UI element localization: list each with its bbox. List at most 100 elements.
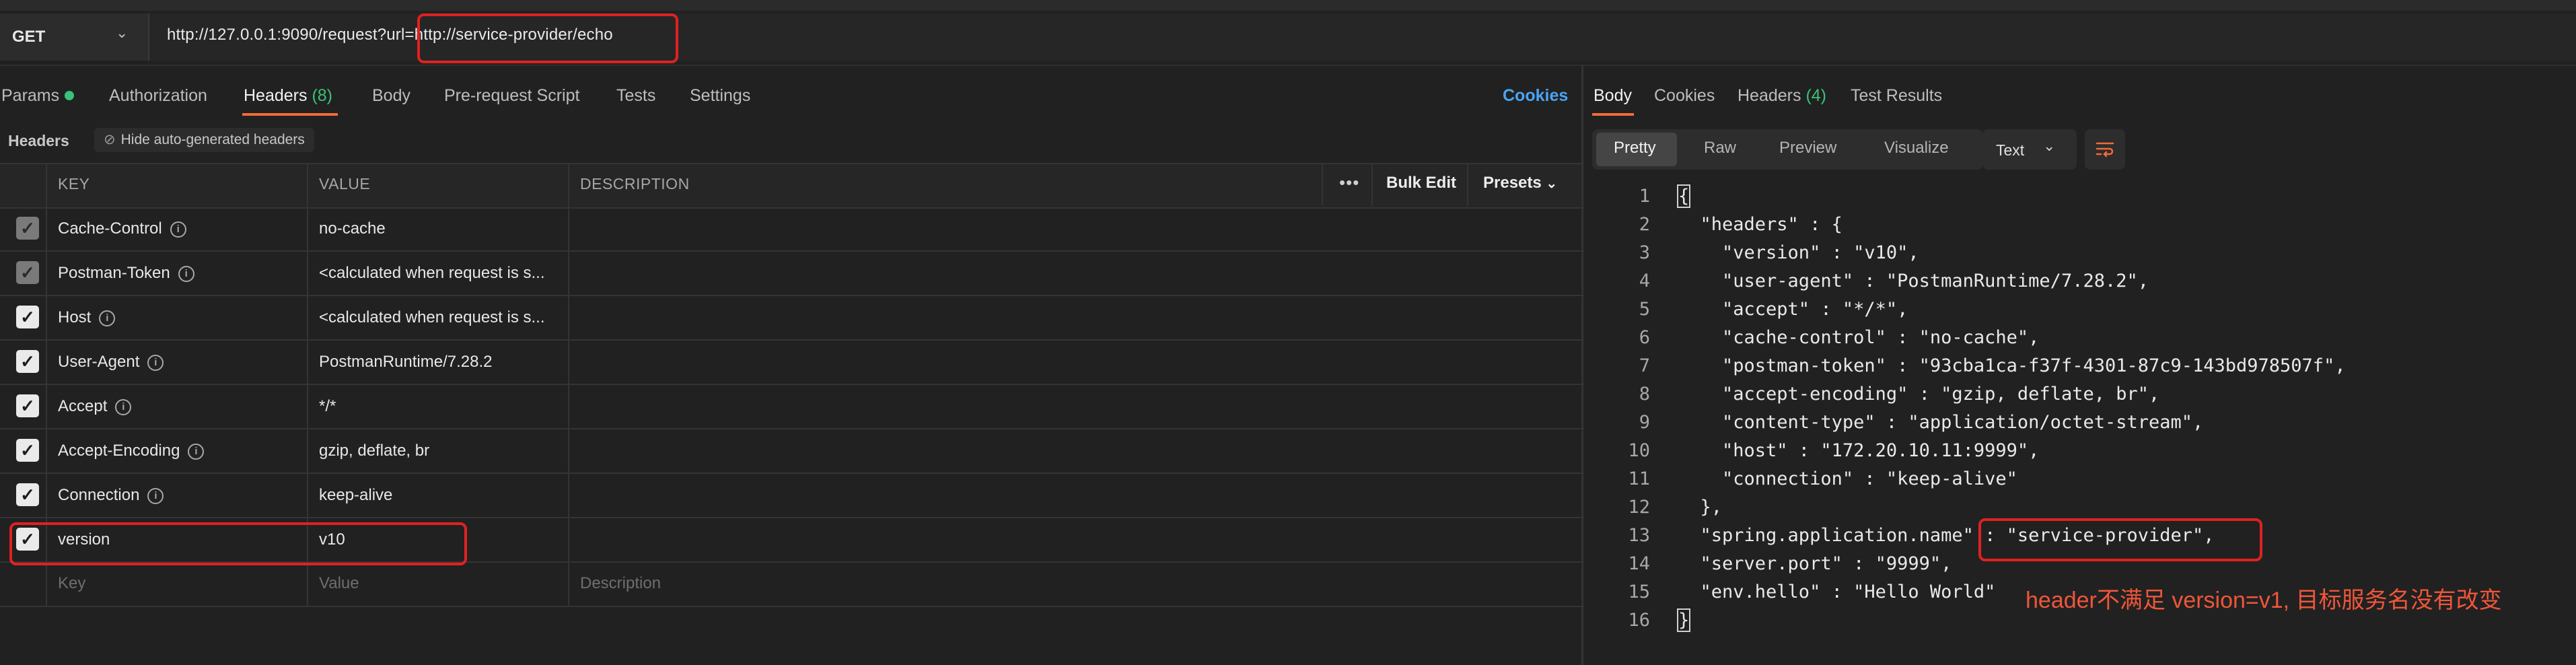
row-divider (0, 473, 1584, 474)
eye-slash-icon: ⊘ (104, 132, 116, 147)
headers-section-label: Headers (8, 132, 69, 149)
chevron-down-icon: ⌄ (2043, 137, 2056, 154)
view-mode-visualize[interactable]: Visualize (1884, 139, 1949, 158)
info-icon[interactable]: i (188, 444, 205, 460)
header-value: <calculated when request is s... (319, 264, 545, 282)
chevron-down-icon: ⌄ (116, 24, 129, 41)
info-icon[interactable]: i (170, 221, 186, 238)
wrap-lines-icon (2096, 142, 2114, 158)
row-divider (0, 339, 1584, 341)
header-value: keep-alive (319, 486, 393, 504)
row-divider (0, 295, 1584, 296)
method-label: GET (12, 28, 46, 46)
line-number: 16 (1628, 610, 1650, 631)
line-number: 15 (1628, 582, 1650, 602)
line-number: 14 (1628, 553, 1650, 574)
row-checkbox[interactable]: ✓ (16, 261, 39, 284)
code-line: "user-agent" : "PostmanRuntime/7.28.2", (1678, 271, 2149, 291)
url-base: http://127.0.0.1:9090/request?url= (167, 26, 415, 44)
code-line: "version" : "v10", (1678, 242, 1919, 263)
row-checkbox[interactable]: ✓ (16, 350, 39, 373)
hide-auto-generated-button[interactable]: ⊘ Hide auto-generated headers (94, 128, 314, 152)
code-line: "accept-encoding" : "gzip, deflate, br", (1678, 384, 2160, 405)
code-line: "postman-token" : "93cba1ca-f37f-4301-87… (1678, 355, 2346, 376)
row-divider (0, 606, 1584, 607)
view-mode-pretty[interactable]: Pretty (1614, 139, 1656, 158)
presets-button[interactable]: Presets ⌄ (1483, 174, 1557, 193)
code-line: "cache-control" : "no-cache", (1678, 327, 2040, 348)
info-icon[interactable]: i (99, 310, 116, 326)
header-key: User-Agent i (58, 353, 164, 372)
new-description-input[interactable]: Description (580, 574, 661, 593)
code-line: "accept" : "*/*", (1678, 299, 1908, 320)
active-tab-underline (242, 113, 338, 116)
row-checkbox[interactable]: ✓ (16, 483, 39, 506)
info-icon[interactable]: i (115, 399, 132, 415)
col-divider (568, 163, 569, 607)
more-options-icon[interactable]: ••• (1339, 172, 1359, 193)
line-number: 4 (1639, 271, 1650, 291)
code-line: "headers" : { (1678, 214, 1842, 235)
tab-headers[interactable]: Headers (8) (244, 86, 332, 106)
row-divider (0, 250, 1584, 252)
header-key: Accept i (58, 397, 132, 416)
headers-count: (8) (312, 86, 333, 105)
header-value: */* (319, 397, 336, 415)
header-key: Cache-Control i (58, 219, 186, 238)
line-number: 11 (1628, 468, 1650, 489)
code-line: }, (1678, 497, 1723, 518)
window-top-strip (0, 0, 2576, 11)
response-tab-body[interactable]: Body (1594, 86, 1632, 106)
header-key: Host i (58, 308, 116, 327)
annotation-note: header不满足 version=v1, 目标服务名没有改变 (2026, 588, 2502, 613)
line-number: 13 (1628, 525, 1650, 546)
response-headers-count: (4) (1805, 86, 1827, 105)
line-number: 9 (1639, 412, 1650, 433)
view-mode-raw[interactable]: Raw (1704, 139, 1736, 158)
tab-body[interactable]: Body (372, 86, 410, 106)
line-number: 2 (1639, 214, 1650, 235)
response-tab-underline (1592, 113, 1634, 116)
tab-params[interactable]: Params (1, 86, 75, 106)
row-checkbox[interactable]: ✓ (16, 394, 39, 417)
header-value: no-cache (319, 219, 386, 238)
tab-authorization[interactable]: Authorization (109, 86, 207, 106)
line-number: 1 (1639, 186, 1650, 207)
header-value: <calculated when request is s... (319, 308, 545, 326)
line-number: 3 (1639, 242, 1650, 263)
line-number: 5 (1639, 299, 1650, 320)
row-divider (0, 384, 1584, 385)
new-key-input[interactable]: Key (58, 574, 85, 593)
panel-divider[interactable] (1581, 65, 1583, 665)
col-divider (1371, 163, 1373, 206)
row-divider (0, 517, 1584, 518)
row-checkbox[interactable]: ✓ (16, 439, 39, 462)
format-select-label: Text (1996, 141, 2025, 159)
url-param-highlight (417, 13, 678, 63)
row-checkbox[interactable]: ✓ (16, 217, 39, 240)
bulk-edit-button[interactable]: Bulk Edit (1386, 174, 1456, 193)
params-dot (65, 91, 75, 100)
header-key: Accept-Encoding i (58, 442, 205, 460)
cookies-link[interactable]: Cookies (1503, 86, 1568, 106)
header-value: gzip, deflate, br (319, 442, 430, 460)
version-row-highlight (9, 522, 467, 565)
line-number: 10 (1628, 440, 1650, 461)
code-line: "server.port" : "9999", (1678, 553, 1952, 574)
response-tab-test-results[interactable]: Test Results (1851, 86, 1942, 106)
line-number: 6 (1639, 327, 1650, 348)
header-key: Connection i (58, 486, 164, 505)
tab-settings[interactable]: Settings (690, 86, 750, 106)
info-icon[interactable]: i (147, 355, 164, 371)
new-value-input[interactable]: Value (319, 574, 359, 593)
response-tab-cookies[interactable]: Cookies (1654, 86, 1715, 106)
line-number: 7 (1639, 355, 1650, 376)
view-mode-preview[interactable]: Preview (1779, 139, 1836, 158)
row-checkbox[interactable]: ✓ (16, 306, 39, 328)
info-icon[interactable]: i (147, 488, 164, 504)
tab-tests[interactable]: Tests (616, 86, 655, 106)
response-tab-headers[interactable]: Headers (4) (1738, 86, 1826, 106)
line-number: 12 (1628, 497, 1650, 518)
info-icon[interactable]: i (178, 266, 194, 282)
tab-pre-request-script[interactable]: Pre-request Script (444, 86, 579, 106)
